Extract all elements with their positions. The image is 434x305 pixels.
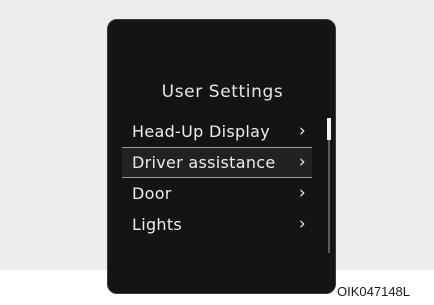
- menu-item-label: Head-Up Display: [132, 122, 271, 141]
- menu-title: User Settings: [161, 82, 284, 102]
- menu-item-door[interactable]: Door ›: [122, 178, 312, 209]
- menu-item-driver-assistance[interactable]: Driver assistance ›: [122, 147, 312, 178]
- menu-item-label: Driver assistance: [132, 153, 276, 172]
- chevron-right-icon: ›: [298, 152, 306, 172]
- menu-item-label: Lights: [132, 215, 183, 234]
- settings-menu: Head-Up Display › Driver assistance › Do…: [122, 116, 312, 240]
- cluster-display: User Settings Head-Up Display › Driver a…: [107, 19, 336, 294]
- scrollbar-thumb[interactable]: [327, 118, 331, 140]
- chevron-right-icon: ›: [298, 121, 306, 141]
- menu-item-head-up-display[interactable]: Head-Up Display ›: [122, 116, 312, 147]
- menu-item-lights[interactable]: Lights ›: [122, 209, 312, 240]
- chevron-right-icon: ›: [298, 214, 306, 234]
- chevron-right-icon: ›: [298, 183, 306, 203]
- figure-code: OIK047148L: [337, 284, 411, 299]
- menu-item-label: Door: [132, 184, 172, 203]
